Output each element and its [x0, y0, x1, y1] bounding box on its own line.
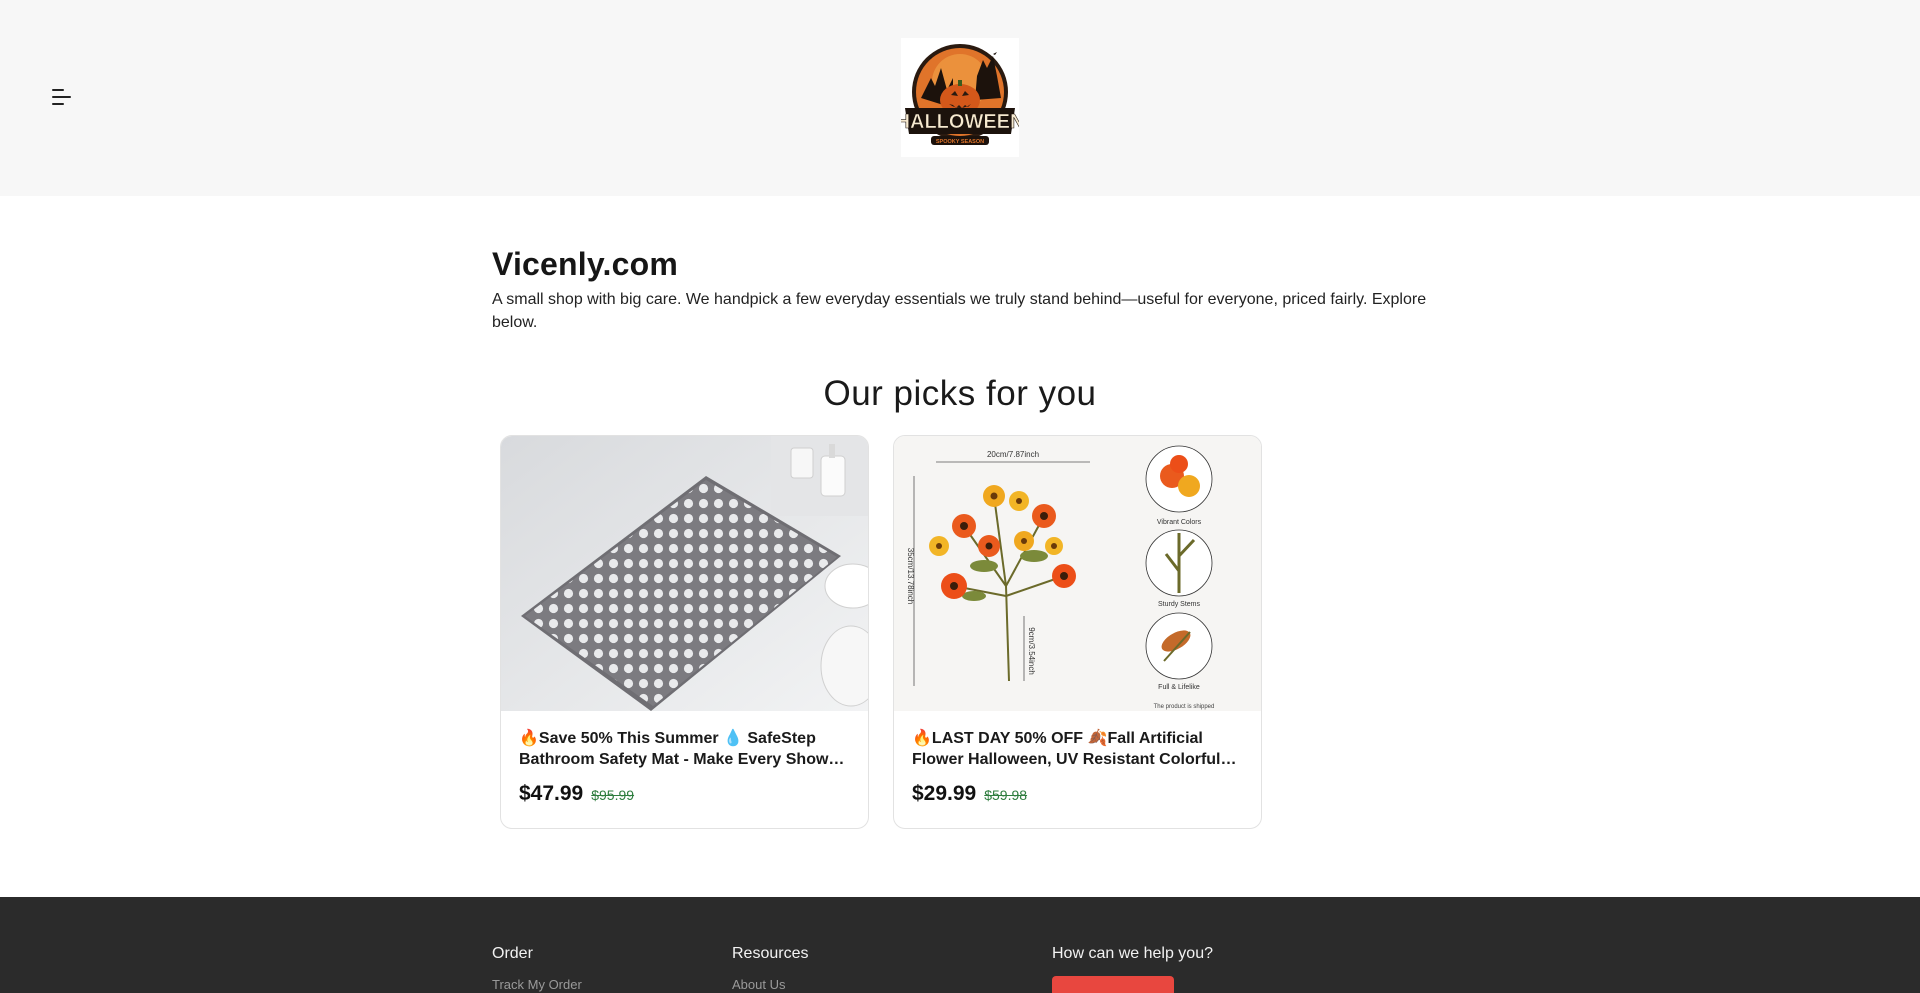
site-header: HALLOWEEN SPOOKY SEASON [0, 0, 1920, 196]
site-title: Vicenly.com [492, 246, 678, 282]
track-order-link[interactable]: Track My Order [492, 977, 582, 992]
feature-label-stems: Sturdy Stems [1158, 601, 1201, 608]
footer-resources-heading: Resources [732, 945, 809, 962]
footer-order-heading: Order [492, 945, 533, 962]
footer-help-column: How can we help you? [1052, 945, 1213, 993]
product-card[interactable]: 20cm/7.87inch 35cm/13.78inch 9cm/3.54inc… [893, 435, 1262, 829]
footer-help-heading: How can we help you? [1052, 945, 1213, 962]
product-card[interactable]: 🔥Save 50% This Summer 💧 SafeStep Bathroo… [500, 435, 869, 829]
about-us-link[interactable]: About Us [732, 977, 808, 992]
height-dimension-label: 35cm/13.78inch [906, 548, 915, 604]
shipping-note: The product is shipped [1154, 704, 1215, 710]
logo-subtext: SPOOKY SEASON [936, 139, 984, 145]
site-description: A small shop with big care. We handpick … [492, 291, 1427, 331]
feature-label-lifelike: Full & Lifelike [1158, 684, 1200, 691]
product-title[interactable]: 🔥Save 50% This Summer 💧 SafeStep Bathroo… [519, 728, 850, 770]
stem-dimension-label: 9cm/3.54inch [1027, 627, 1036, 675]
halloween-logo[interactable]: HALLOWEEN SPOOKY SEASON [901, 38, 1019, 157]
footer-resources-column: Resources About Us [732, 945, 808, 992]
halloween-pumpkin-logo-icon: HALLOWEEN SPOOKY SEASON [901, 44, 1019, 145]
site-footer: Order Track My Order Resources About Us … [0, 897, 1920, 993]
product-title[interactable]: 🔥LAST DAY 50% OFF 🍂Fall Artificial Flowe… [912, 728, 1243, 770]
product-image-bath-mat[interactable] [501, 436, 868, 711]
width-dimension-label: 20cm/7.87inch [987, 450, 1039, 459]
footer-order-column: Order Track My Order [492, 945, 582, 992]
product-price: $47.99 [519, 782, 584, 805]
hamburger-menu-icon[interactable] [52, 89, 72, 107]
product-old-price: $95.99 [591, 787, 635, 803]
product-price: $29.99 [912, 782, 977, 805]
intro-section: Vicenly.com A small shop with big care. … [492, 244, 1432, 334]
picks-heading: Our picks for you [823, 374, 1097, 413]
contact-button[interactable] [1052, 976, 1174, 993]
logo-text: HALLOWEEN [901, 111, 1019, 133]
product-image-artificial-flower[interactable]: 20cm/7.87inch 35cm/13.78inch 9cm/3.54inc… [894, 436, 1261, 711]
product-old-price: $59.98 [984, 787, 1028, 803]
feature-label-vibrant: Vibrant Colors [1157, 519, 1202, 526]
